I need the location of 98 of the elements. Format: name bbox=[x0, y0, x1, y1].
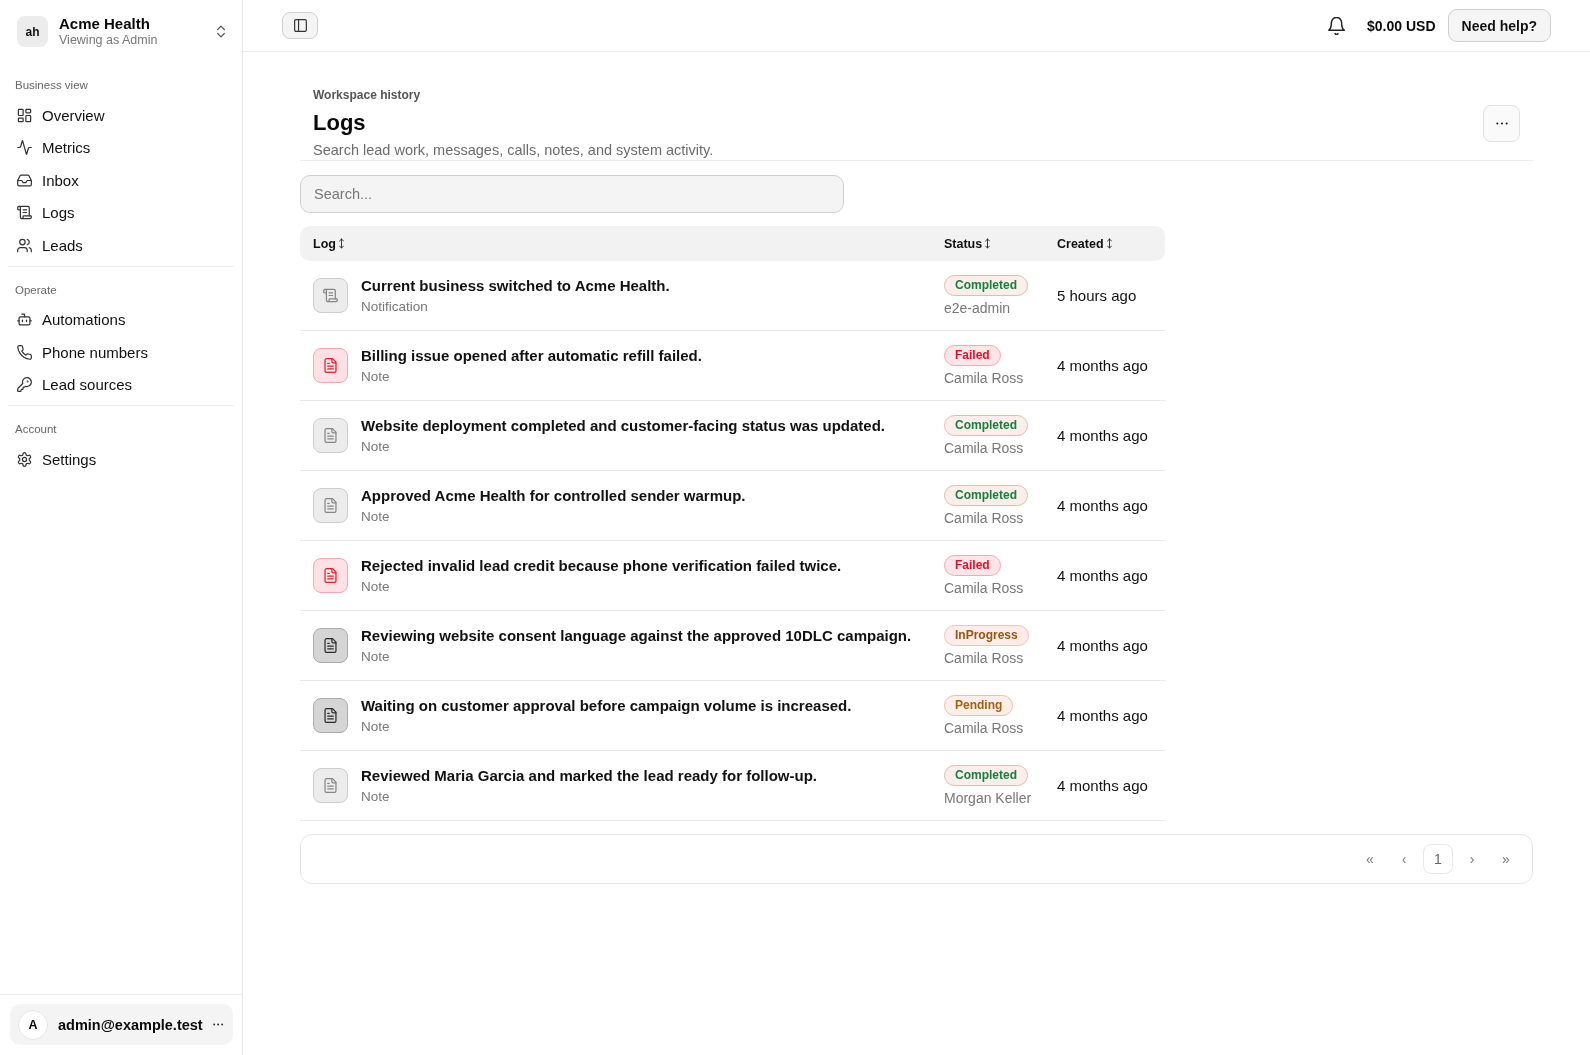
last-page-button[interactable]: » bbox=[1491, 844, 1521, 874]
document-icon bbox=[313, 488, 348, 523]
section-label: Account bbox=[14, 422, 58, 437]
dashboard-icon bbox=[17, 107, 32, 123]
user-email: admin@example.test bbox=[58, 1016, 203, 1033]
status-badge: Failed bbox=[944, 554, 1001, 576]
help-button[interactable]: Need help? bbox=[1447, 9, 1551, 42]
log-type: Note bbox=[361, 647, 391, 666]
status-badge: Failed bbox=[944, 344, 1001, 366]
created-time: 4 months ago bbox=[1057, 777, 1148, 794]
people-icon bbox=[17, 237, 32, 253]
eyebrow-label: Workspace history bbox=[313, 87, 422, 103]
user-name: Camila Ross bbox=[944, 508, 1024, 527]
user-card[interactable]: A admin@example.test bbox=[10, 1004, 233, 1045]
log-type: Note bbox=[361, 367, 391, 386]
log-type: Note bbox=[361, 717, 391, 736]
log-type: Note bbox=[361, 787, 391, 806]
robot-icon bbox=[17, 312, 32, 328]
sidebar-toggle-button[interactable] bbox=[282, 12, 318, 39]
org-name: Acme Health bbox=[59, 15, 151, 32]
org-avatar[interactable]: ah bbox=[17, 16, 48, 47]
nav-item[interactable]: Inbox bbox=[8, 164, 234, 197]
settings-icon bbox=[17, 451, 32, 467]
panel-icon bbox=[293, 19, 307, 32]
created-time: 4 months ago bbox=[1057, 567, 1148, 584]
phone-icon bbox=[17, 344, 32, 360]
created-time: 4 months ago bbox=[1057, 637, 1148, 654]
user-name: Camila Ross bbox=[944, 578, 1024, 597]
log-title: Reviewing website consent language against the approved 10DLC campaign. bbox=[361, 625, 912, 646]
column-header[interactable]: Created bbox=[1044, 233, 1112, 254]
status-badge: Completed bbox=[944, 764, 1028, 786]
page-title: Logs bbox=[313, 109, 367, 137]
created-time: 5 hours ago bbox=[1057, 287, 1137, 304]
ellipsis-icon[interactable] bbox=[212, 1023, 223, 1026]
document-icon bbox=[313, 628, 348, 663]
log-type: Note bbox=[361, 437, 391, 456]
status-badge: Pending bbox=[944, 694, 1014, 716]
org-subtitle: Viewing as Admin bbox=[59, 32, 159, 48]
balance-label: $0.00 USD bbox=[1367, 17, 1436, 34]
document-icon bbox=[313, 698, 348, 733]
bell-icon[interactable] bbox=[1328, 16, 1346, 35]
user-name: Morgan Keller bbox=[944, 788, 1032, 807]
log-title: Waiting on customer approval before campaign volume is increased. bbox=[361, 695, 852, 716]
document-icon bbox=[313, 558, 348, 593]
nav-item[interactable]: Logs bbox=[8, 196, 234, 229]
column-header[interactable]: Log bbox=[300, 233, 344, 254]
document-icon bbox=[313, 348, 348, 383]
sort-icon bbox=[338, 238, 344, 249]
user-name: Camila Ross bbox=[944, 368, 1024, 387]
user-name: Camila Ross bbox=[944, 718, 1024, 737]
created-time: 4 months ago bbox=[1057, 497, 1148, 514]
section-label: Operate bbox=[14, 282, 58, 298]
next-page-button[interactable]: › bbox=[1457, 844, 1487, 874]
nav-item[interactable]: Lead sources bbox=[8, 368, 234, 401]
pulse-icon bbox=[17, 140, 32, 156]
sort-icon bbox=[1106, 238, 1112, 249]
scroll-icon bbox=[17, 205, 32, 221]
log-type: Note bbox=[361, 507, 391, 526]
user-name: Camila Ross bbox=[944, 438, 1024, 457]
nav-item[interactable]: Phone numbers bbox=[8, 336, 234, 369]
page-button[interactable]: 1 bbox=[1423, 844, 1453, 874]
status-badge: InProgress bbox=[944, 624, 1029, 646]
status-badge: Completed bbox=[944, 274, 1028, 296]
log-title: Billing issue opened after automatic refill failed. bbox=[361, 345, 702, 366]
column-header[interactable]: Status bbox=[931, 233, 991, 254]
first-page-button[interactable]: « bbox=[1355, 844, 1385, 874]
chevrons-icon[interactable] bbox=[217, 25, 225, 38]
log-type: Note bbox=[361, 577, 391, 596]
status-badge: Completed bbox=[944, 414, 1028, 436]
nav-item[interactable]: Settings bbox=[8, 443, 234, 476]
section-label: Business view bbox=[14, 78, 89, 93]
nav-item[interactable]: Automations bbox=[8, 303, 234, 336]
log-type: Notification bbox=[361, 297, 429, 316]
previous-page-button[interactable]: ‹ bbox=[1389, 844, 1419, 874]
log-title: Reviewed Maria Garcia and marked the lead ready for follow-up. bbox=[361, 765, 817, 786]
document-icon bbox=[313, 418, 348, 453]
created-time: 4 months ago bbox=[1057, 357, 1148, 374]
nav-item[interactable]: Overview bbox=[8, 99, 234, 132]
user-avatar: A bbox=[18, 1009, 48, 1040]
sort-icon bbox=[985, 238, 991, 249]
log-title: Approved Acme Health for controlled sender warmup. bbox=[361, 485, 746, 506]
user-name: e2e-admin bbox=[944, 298, 1011, 317]
search-field[interactable]: Search... bbox=[300, 175, 844, 213]
nav-item[interactable]: Metrics bbox=[8, 131, 234, 164]
status-badge: Completed bbox=[944, 484, 1028, 506]
created-time: 4 months ago bbox=[1057, 427, 1148, 444]
log-title: Website deployment completed and customer-facing status was updated. bbox=[361, 415, 885, 436]
key-icon bbox=[17, 377, 32, 393]
page-subtitle: Search lead work, messages, calls, notes, and system activity. bbox=[313, 141, 715, 160]
log-title: Current business switched to Acme Health. bbox=[361, 275, 670, 296]
nav-item[interactable]: Leads bbox=[8, 229, 234, 262]
inbox-icon bbox=[17, 172, 32, 188]
log-title: Rejected invalid lead credit because phone verification failed twice. bbox=[361, 555, 842, 576]
scroll-icon bbox=[313, 278, 348, 313]
user-name: Camila Ross bbox=[944, 648, 1024, 667]
document-icon bbox=[313, 768, 348, 803]
ellipsis-icon bbox=[1495, 122, 1508, 125]
created-time: 4 months ago bbox=[1057, 707, 1148, 724]
